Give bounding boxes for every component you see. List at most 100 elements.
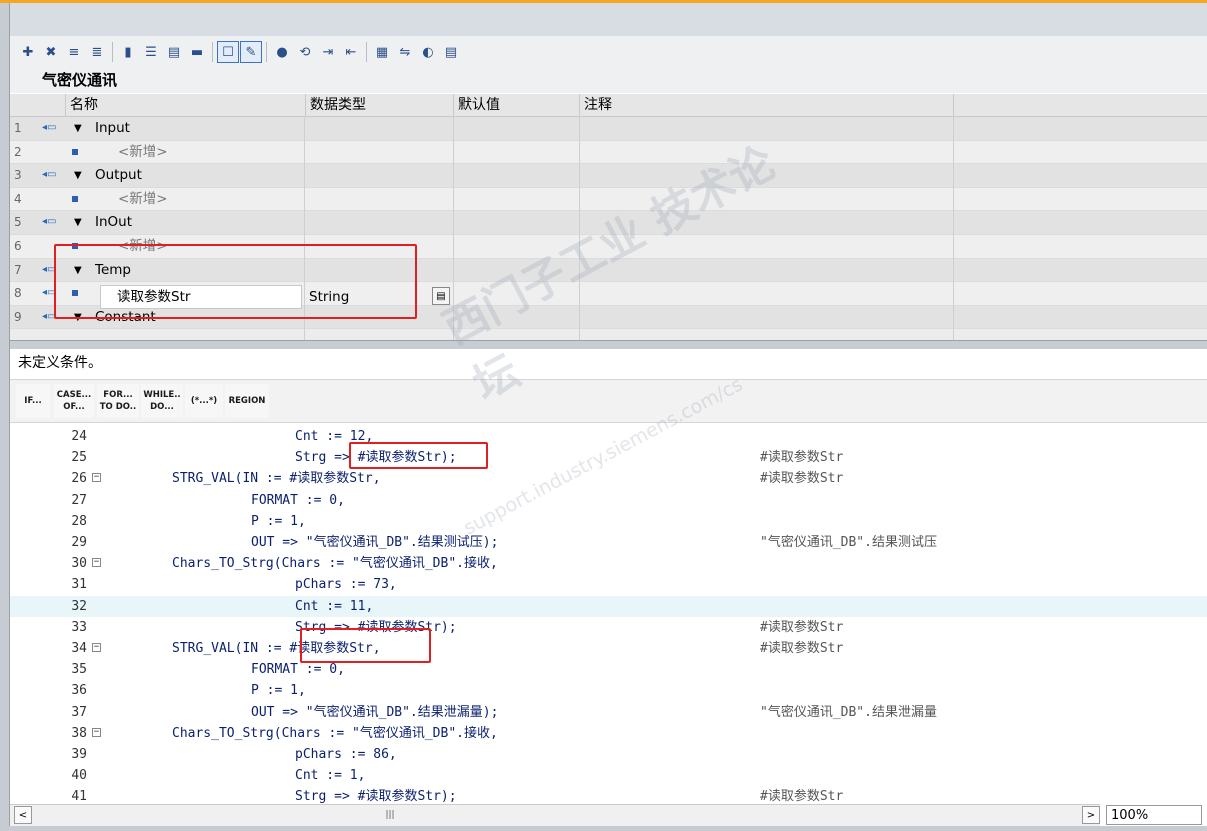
interface-row[interactable]: 3 ◂▭ ▼ Output [10,164,1207,188]
instr-region-button[interactable]: REGION [225,384,269,418]
code-line[interactable]: 34− STRG_VAL(IN := #读取参数Str, #读取参数Str [10,638,1207,659]
code-line[interactable]: 36 P := 1, [10,680,1207,701]
scroll-thumb-grip-icon[interactable]: ||| [385,808,395,822]
row-number: 1 [14,121,22,135]
fold-toggle-icon[interactable]: − [92,727,101,737]
code-text: Cnt := 11, [295,598,374,614]
fold-toggle-icon[interactable]: − [92,643,101,652]
absolute-operands-icon[interactable]: ☰ [141,42,161,62]
fold-toggle-icon[interactable]: − [92,558,101,568]
code-text: P := 1, [251,513,306,529]
code-text: OUT => "气密仪通讯_DB".结果泄漏量); [251,704,499,720]
code-line[interactable]: 41 Strg => #读取参数Str); #读取参数Str [10,786,1207,804]
code-line[interactable]: 24 Cnt := 12, [10,426,1207,447]
collapse-triangle-icon[interactable]: ▼ [74,211,82,234]
row-number: 9 [14,309,22,324]
go-to-next-error-icon[interactable]: ⟲ [295,42,315,62]
row-number: 4 [14,191,22,206]
header-default[interactable]: 默认值 [454,94,580,116]
header-spacer [10,94,66,116]
instr-if-button[interactable]: IF... [16,384,50,418]
section-label: Input [95,120,130,136]
section-icon: ◂▭ [42,122,57,133]
line-number: 32 [71,598,87,614]
append-row-icon[interactable]: ≣ [87,42,107,62]
header-comment[interactable]: 注释 [580,94,954,116]
code-line[interactable]: 31 pChars := 73, [10,574,1207,595]
line-number: 26 [71,471,87,487]
collapse-triangle-icon[interactable]: ▼ [74,164,82,187]
header-name[interactable]: 名称 [66,94,306,116]
collapse-triangle-icon[interactable]: ▼ [74,117,82,140]
display-format-icon[interactable]: ☐ [217,41,239,63]
network-toggle-icon[interactable]: ▤ [164,42,184,62]
code-text: Chars_TO_Strg(Chars := "气密仪通讯_DB".接收, [172,725,498,741]
load-icon[interactable]: ▤ [441,42,461,62]
delete-network-icon[interactable]: ✖ [41,42,61,62]
line-number: 24 [71,429,87,444]
code-line[interactable]: 40 Cnt := 1, [10,765,1207,786]
interface-row[interactable]: 1 ◂▭ ▼ Input [10,117,1207,141]
snippet-icon[interactable]: ▦ [372,42,392,62]
horizontal-scrollbar[interactable] [10,804,1100,827]
scl-code-editor[interactable]: 24 Cnt := 12, 25 Strg => #读取参数Str); #读取参数Str… [10,423,1207,804]
code-text: Strg => #读取参数Str); [295,789,457,804]
code-line[interactable]: 28 P := 1, [10,511,1207,532]
line-number: 40 [71,768,87,784]
instruction-bar: IF... CASE... OF... FOR... TO DO.. WHILE..… [10,379,1207,423]
comments-icon[interactable]: ▬ [187,42,207,62]
watch-icon[interactable]: ◐ [418,42,438,62]
block-title: 气密仪通讯 [10,68,1207,93]
line-number: 25 [71,450,87,466]
section-label: InOut [95,214,133,231]
code-line[interactable]: 29 OUT => "气密仪通讯_DB".结果测试压); "气密仪通讯_DB".结果… [10,532,1207,553]
add-new-placeholder[interactable]: <新增> [118,188,168,211]
instr-comment-button[interactable]: (*...*) [185,384,223,418]
zoom-level-field[interactable]: 100% [1106,805,1202,825]
interface-row[interactable]: 5 ◂▭ ▼ InOut [10,211,1207,235]
code-text: pChars := 86, [295,747,397,762]
highlight-box-temp [54,244,417,319]
favorites-icon[interactable]: ✎ [240,41,262,63]
scroll-right-icon[interactable]: > [1082,806,1100,824]
code-line[interactable]: 33 Strg => #读取参数Str); #读取参数Str [10,617,1207,638]
operand-comment: #读取参数Str [760,789,844,804]
code-line[interactable]: 32 Cnt := 11, [10,595,1207,617]
fold-toggle-icon[interactable]: − [92,473,101,483]
code-text: Cnt := 1, [295,768,366,784]
code-line[interactable]: 37 OUT => "气密仪通讯_DB".结果泄漏量); "气密仪通讯_DB".结果… [10,702,1207,723]
indent-icon[interactable]: ⇥ [318,42,338,62]
code-line[interactable]: 35 FORMAT := 0, [10,659,1207,680]
interface-row[interactable]: 4 <新增> [10,187,1207,212]
instr-while-button[interactable]: WHILE.. DO... [141,384,183,418]
code-line[interactable]: 27 FORMAT := 0, [10,490,1207,511]
outdent-icon[interactable]: ⇤ [341,42,361,62]
breakpoint-icon[interactable]: ● [272,42,292,62]
monitor-icon[interactable]: ▮ [118,42,138,62]
add-new-placeholder[interactable]: <新增> [118,141,168,164]
code-line[interactable]: 39 pChars := 86, [10,744,1207,765]
operand-comment: "气密仪通讯_DB".结果测试压 [760,535,937,550]
row-number: 5 [14,215,22,230]
header-datatype[interactable]: 数据类型 [306,94,454,116]
toolbar-separator [212,42,213,62]
instr-case-button[interactable]: CASE... OF... [54,384,94,418]
insert-row-icon[interactable]: ≡ [64,42,84,62]
operand-comment: "气密仪通讯_DB".结果泄漏量 [760,704,937,720]
compare-icon[interactable]: ⇋ [395,42,415,62]
instr-for-button[interactable]: FOR... TO DO.. [97,384,139,418]
line-number: 27 [71,492,87,508]
insert-network-icon[interactable]: ✚ [18,42,38,62]
title-strip [0,3,1207,36]
code-line[interactable]: 26− STRG_VAL(IN := #读取参数Str, #读取参数Str [10,468,1207,489]
left-panel-edge[interactable] [0,3,10,831]
code-line[interactable]: 30− Chars_TO_Strg(Chars := "气密仪通讯_DB".接收, [10,553,1207,574]
interface-row[interactable]: 2 <新增> [10,140,1207,165]
datatype-picker-icon[interactable]: ▤ [432,287,450,305]
code-line[interactable]: 25 Strg => #读取参数Str); #读取参数Str [10,447,1207,468]
scroll-left-icon[interactable]: < [14,806,32,824]
code-line[interactable]: 38− Chars_TO_Strg(Chars := "气密仪通讯_DB".接收, [10,723,1207,744]
section-icon: ◂▭ [42,216,57,228]
section-icon: ◂▭ [42,169,57,181]
code-text: STRG_VAL(IN := #读取参数Str, [172,471,381,487]
